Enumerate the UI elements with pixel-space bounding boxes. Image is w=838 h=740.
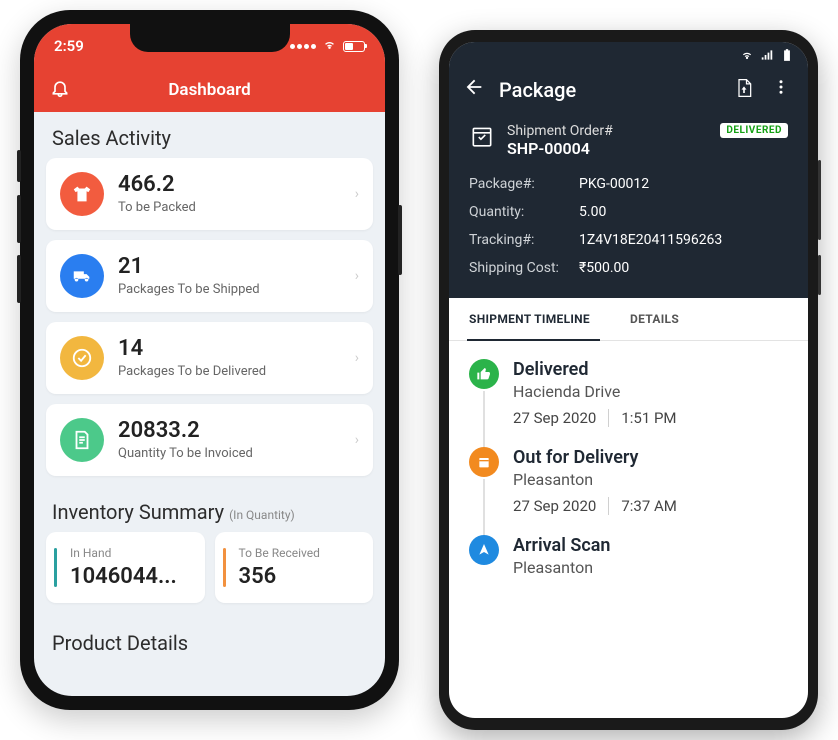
battery-icon <box>343 41 365 52</box>
battery-icon <box>780 48 794 62</box>
card-to-be-packed[interactable]: 466.2 To be Packed › <box>46 158 373 230</box>
android-frame: Package Shipment Order# SHP-00004 <box>439 30 818 730</box>
timeline-time: 1:51 PM <box>621 409 676 427</box>
wifi-icon <box>740 48 754 62</box>
android-header-region: Package Shipment Order# SHP-00004 <box>449 42 808 298</box>
shipment-order-number: SHP-00004 <box>507 139 708 158</box>
document-icon <box>60 418 104 462</box>
tabs: SHIPMENT TIMELINE DETAILS <box>449 298 808 341</box>
product-details-title: Product Details <box>34 617 385 663</box>
status-badge: DELIVERED <box>720 123 788 138</box>
inv-value: 1046044... <box>60 564 191 589</box>
card-label: To be Packed <box>118 200 341 215</box>
tab-details[interactable]: DETAILS <box>610 298 699 340</box>
tracking-value: 1Z4V18E20411596263 <box>579 226 722 254</box>
shipment-timeline: Delivered Hacienda Drive 27 Sep 2020 1:5… <box>449 341 808 615</box>
iphone-frame: 2:59 Dashboard Sales Activity <box>20 10 399 710</box>
package-label: Package#: <box>469 170 571 198</box>
iphone-volume-up <box>17 195 21 243</box>
sales-cards: 466.2 To be Packed › 21 Packages To be S… <box>34 158 385 476</box>
wifi-icon <box>322 37 337 55</box>
shipment-meta: Package#: PKG-00012 Quantity: 5.00 Trackin… <box>449 164 808 298</box>
tshirt-icon <box>60 172 104 216</box>
timeline-location: Pleasanton <box>513 558 610 577</box>
tracking-label: Tracking#: <box>469 226 571 254</box>
card-value: 21 <box>118 255 341 279</box>
back-arrow-icon[interactable] <box>463 76 485 103</box>
android-status-bar <box>449 42 808 68</box>
signal-icon <box>290 44 316 49</box>
timeline-title: Out for Delivery <box>513 447 677 468</box>
box-icon <box>469 447 499 477</box>
inv-value: 356 <box>229 564 360 589</box>
timeline-date: 27 Sep 2020 <box>513 497 596 515</box>
iphone-mute-switch <box>17 150 21 182</box>
truck-icon <box>60 254 104 298</box>
iphone-power-button <box>398 205 402 275</box>
timeline-item-arrival-scan: Arrival Scan Pleasanton <box>469 535 788 597</box>
check-circle-icon <box>60 336 104 380</box>
shipping-cost-value: ₹500.00 <box>579 254 629 282</box>
android-power-button <box>818 255 821 295</box>
card-to-be-delivered[interactable]: 14 Packages To be Delivered › <box>46 322 373 394</box>
timeline-location: Hacienda Drive <box>513 382 677 401</box>
inv-to-be-received[interactable]: To Be Received 356 <box>215 532 374 603</box>
quantity-value: 5.00 <box>579 198 606 226</box>
card-value: 20833.2 <box>118 419 341 443</box>
timeline-location: Pleasanton <box>513 470 677 489</box>
inv-in-hand[interactable]: In Hand 1046044... <box>46 532 205 603</box>
shipment-header: Shipment Order# SHP-00004 DELIVERED <box>449 113 808 164</box>
timeline-title: Delivered <box>513 359 677 380</box>
pdf-icon[interactable] <box>734 78 754 102</box>
card-label: Packages To be Shipped <box>118 282 341 297</box>
sales-activity-title: Sales Activity <box>34 112 385 158</box>
card-label: Packages To be Delivered <box>118 364 341 379</box>
more-icon[interactable] <box>768 78 794 101</box>
card-label: Quantity To be Invoiced <box>118 446 341 461</box>
shipping-cost-label: Shipping Cost: <box>469 254 571 282</box>
thumbs-up-icon <box>469 359 499 389</box>
tab-shipment-timeline[interactable]: SHIPMENT TIMELINE <box>449 298 610 340</box>
inventory-title-text: Inventory Summary <box>52 500 224 524</box>
inv-label: In Hand <box>60 546 191 560</box>
separator <box>608 409 609 427</box>
shipment-order-label: Shipment Order# <box>507 123 708 139</box>
package-value: PKG-00012 <box>579 170 649 198</box>
card-value: 14 <box>118 337 341 361</box>
ios-header: Dashboard <box>34 68 385 112</box>
iphone-notch <box>130 24 290 52</box>
location-arrow-icon <box>469 535 499 565</box>
package-icon <box>469 123 495 153</box>
timeline-date: 27 Sep 2020 <box>513 409 596 427</box>
card-to-be-shipped[interactable]: 21 Packages To be Shipped › <box>46 240 373 312</box>
iphone-screen: 2:59 Dashboard Sales Activity <box>34 24 385 696</box>
card-to-be-invoiced[interactable]: 20833.2 Quantity To be Invoiced › <box>46 404 373 476</box>
card-value: 466.2 <box>118 173 341 197</box>
android-screen: Package Shipment Order# SHP-00004 <box>449 42 808 718</box>
timeline-item-delivered: Delivered Hacienda Drive 27 Sep 2020 1:5… <box>469 359 788 447</box>
chevron-right-icon: › <box>355 350 359 366</box>
signal-icon <box>760 48 774 62</box>
android-toolbar: Package <box>449 68 808 113</box>
ios-time: 2:59 <box>54 37 84 55</box>
chevron-right-icon: › <box>355 268 359 284</box>
inventory-cards: In Hand 1046044... To Be Received 356 <box>34 532 385 617</box>
chevron-right-icon: › <box>355 186 359 202</box>
timeline-title: Arrival Scan <box>513 535 610 556</box>
page-title: Package <box>499 78 720 102</box>
inventory-subtitle: (In Quantity) <box>229 508 295 522</box>
quantity-label: Quantity: <box>469 198 571 226</box>
page-title: Dashboard <box>168 80 250 100</box>
separator <box>608 497 609 515</box>
android-volume-button <box>818 160 821 240</box>
timeline-item-out-for-delivery: Out for Delivery Pleasanton 27 Sep 2020 … <box>469 447 788 535</box>
iphone-volume-down <box>17 255 21 303</box>
bell-icon[interactable] <box>50 78 70 103</box>
timeline-time: 7:37 AM <box>621 497 677 515</box>
inventory-summary-title: Inventory Summary (In Quantity) <box>34 486 385 532</box>
chevron-right-icon: › <box>355 432 359 448</box>
inv-label: To Be Received <box>229 546 360 560</box>
